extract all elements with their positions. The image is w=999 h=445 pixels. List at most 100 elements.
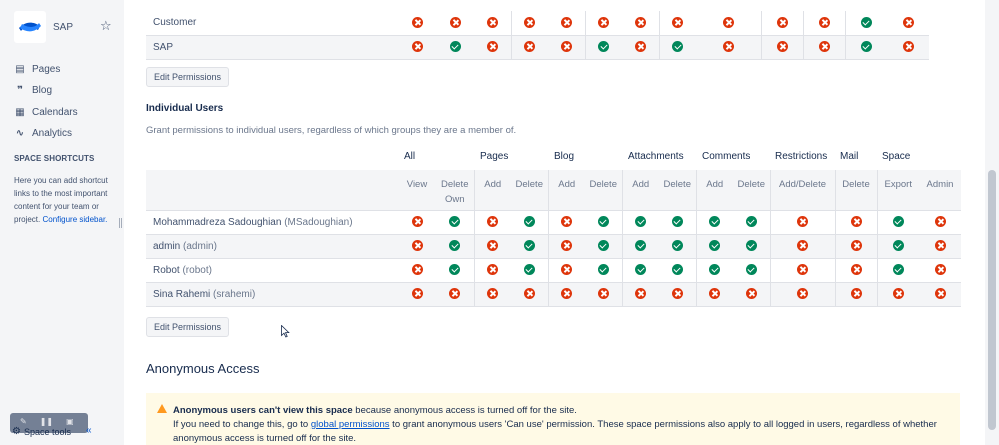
cross-icon bbox=[449, 288, 461, 300]
space-header[interactable]: SAP ☆ bbox=[14, 11, 114, 43]
sub-header-spacer bbox=[146, 170, 398, 211]
pause-icon[interactable]: ❚❚ bbox=[40, 417, 53, 426]
permission-cell bbox=[622, 210, 659, 235]
edit-user-permissions-button[interactable]: Edit Permissions bbox=[146, 317, 230, 337]
space-logo[interactable] bbox=[14, 11, 46, 43]
col-group-comments: Comments bbox=[702, 151, 751, 162]
cross-icon bbox=[850, 240, 862, 252]
cross-icon bbox=[797, 240, 808, 252]
permission-cell bbox=[696, 258, 733, 283]
check-icon bbox=[671, 240, 683, 252]
user-permissions-table: View Delete Own Add Delete Add Delete Add Delet… bbox=[146, 170, 961, 307]
cross-icon bbox=[411, 288, 423, 300]
sub-header: Delete Own bbox=[436, 170, 475, 211]
groups-permissions-table: Customer SAP bbox=[146, 11, 929, 60]
permission-cell bbox=[877, 282, 919, 307]
table-row: SAP bbox=[146, 35, 929, 60]
cross-icon bbox=[671, 288, 683, 300]
permission-cell bbox=[696, 282, 733, 307]
permission-cell bbox=[398, 258, 436, 283]
cross-icon bbox=[560, 41, 572, 53]
permission-cell bbox=[511, 35, 548, 60]
permission-cell bbox=[919, 234, 961, 259]
analytics-icon: ∿ bbox=[15, 127, 25, 139]
anonymous-warning-message: Anonymous users can't view this space be… bbox=[146, 393, 960, 445]
cross-icon bbox=[634, 17, 646, 29]
anonymous-access-title: Anonymous Access bbox=[146, 361, 260, 376]
space-name[interactable]: SAP bbox=[53, 22, 73, 33]
collapse-sidebar-icon[interactable]: « bbox=[86, 425, 92, 436]
calendar-icon: ▦ bbox=[15, 106, 25, 118]
space-tools-button[interactable]: ⚙ Space tools bbox=[12, 426, 71, 437]
group-name: Customer bbox=[146, 11, 398, 36]
permission-cell bbox=[887, 35, 929, 60]
scrollbar-thumb[interactable] bbox=[988, 170, 996, 430]
permission-cell bbox=[835, 282, 878, 307]
nav-item-label: Analytics bbox=[32, 127, 73, 139]
cross-icon bbox=[598, 17, 610, 29]
user-id: (robot) bbox=[182, 264, 212, 276]
cross-icon bbox=[797, 288, 808, 300]
check-icon bbox=[892, 240, 904, 252]
permission-cell bbox=[770, 234, 836, 259]
check-icon bbox=[449, 41, 461, 53]
quote-icon: ❞ bbox=[17, 84, 23, 96]
check-icon bbox=[892, 216, 904, 228]
nav-item-calendars[interactable]: ▦ Calendars bbox=[14, 105, 77, 119]
check-icon bbox=[523, 264, 535, 276]
permission-cell bbox=[548, 35, 586, 60]
sub-header: Add bbox=[474, 170, 511, 211]
cross-icon bbox=[524, 41, 536, 53]
permission-cell bbox=[436, 11, 474, 36]
star-icon[interactable]: ☆ bbox=[100, 19, 112, 32]
edit-icon[interactable]: ✎ bbox=[20, 417, 27, 426]
grip-icon[interactable] bbox=[119, 218, 122, 228]
cross-icon bbox=[561, 240, 573, 252]
permission-cell bbox=[474, 234, 511, 259]
permission-cell bbox=[803, 35, 846, 60]
nav-item-blog[interactable]: ❞ Blog bbox=[14, 83, 52, 97]
permission-cell bbox=[659, 234, 697, 259]
permission-cell bbox=[877, 258, 919, 283]
nav-item-analytics[interactable]: ∿ Analytics bbox=[14, 126, 72, 140]
permission-cell bbox=[398, 234, 436, 259]
nav-item-pages[interactable]: ▤ Pages bbox=[14, 62, 60, 76]
permission-cell bbox=[919, 210, 961, 235]
permission-cell bbox=[585, 282, 623, 307]
gear-icon: ⚙ bbox=[12, 426, 21, 437]
permission-cell bbox=[770, 210, 836, 235]
user-name: Sina Rahemi bbox=[153, 288, 211, 300]
cross-icon bbox=[850, 216, 862, 228]
permission-cell bbox=[585, 258, 623, 283]
cross-icon bbox=[892, 288, 904, 300]
cross-icon bbox=[487, 216, 499, 228]
cross-icon bbox=[709, 288, 721, 300]
user-id: (srahemi) bbox=[213, 288, 256, 300]
permission-cell bbox=[733, 234, 771, 259]
cross-icon bbox=[486, 41, 498, 53]
cross-icon bbox=[934, 264, 946, 276]
individual-users-title: Individual Users bbox=[146, 103, 224, 114]
permission-cell bbox=[474, 11, 512, 36]
cross-icon bbox=[411, 17, 423, 29]
permission-cell bbox=[436, 234, 475, 259]
permission-cell bbox=[761, 11, 804, 36]
cross-icon bbox=[560, 17, 572, 29]
permission-cell bbox=[887, 11, 929, 36]
configure-sidebar-link[interactable]: Configure sidebar. bbox=[42, 215, 107, 224]
cross-icon bbox=[934, 216, 946, 228]
check-icon bbox=[709, 264, 721, 276]
permission-cell bbox=[877, 234, 919, 259]
permission-cell bbox=[548, 282, 585, 307]
permission-cell bbox=[474, 35, 512, 60]
edit-permissions-button[interactable]: Edit Permissions bbox=[146, 67, 230, 87]
warning-icon bbox=[157, 404, 167, 413]
user-name: Robot bbox=[153, 264, 180, 276]
check-icon bbox=[892, 264, 904, 276]
cross-icon bbox=[524, 17, 536, 29]
user-name: admin bbox=[153, 240, 181, 252]
check-icon bbox=[860, 17, 872, 29]
check-icon bbox=[671, 216, 683, 228]
note-icon[interactable]: ▣ bbox=[66, 417, 74, 426]
global-permissions-link[interactable]: global permissions bbox=[311, 419, 390, 430]
